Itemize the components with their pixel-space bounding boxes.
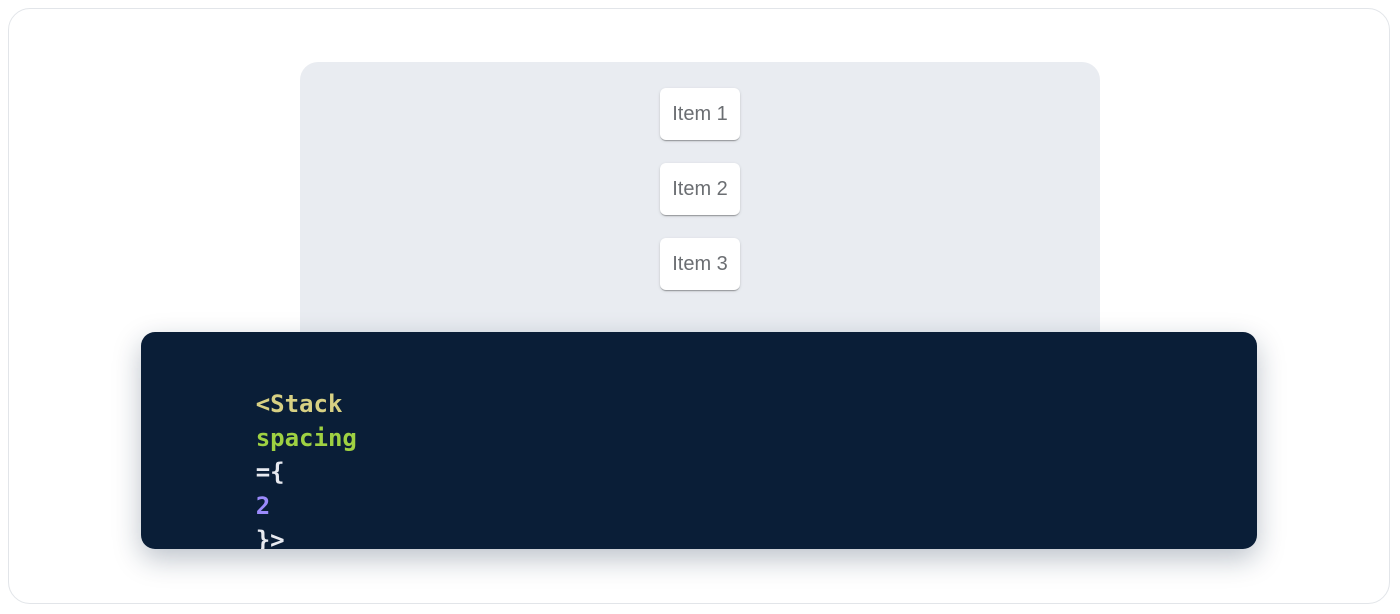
- stack-item-1-label: Item 1: [672, 103, 728, 126]
- screenshot-stage: Item 1 Item 2 Item 3 <Stack spacing ={ 2…: [0, 0, 1400, 614]
- code-token: ={: [256, 458, 285, 486]
- stack-item-3-label: Item 3: [672, 253, 728, 276]
- stack-item-1: Item 1: [660, 88, 740, 140]
- code-token: }>: [256, 526, 285, 549]
- stack-item-2-label: Item 2: [672, 178, 728, 201]
- stack-item-3: Item 3: [660, 238, 740, 290]
- code-token: 2: [256, 492, 270, 520]
- code-token: spacing: [256, 424, 357, 452]
- code-token: <Stack: [256, 390, 357, 418]
- code-line-stack-open: <Stack spacing ={ 2 }>: [169, 353, 1229, 549]
- stack-item-2: Item 2: [660, 163, 740, 215]
- code-block: <Stack spacing ={ 2 }> <Item> Item 1 </I…: [141, 332, 1257, 549]
